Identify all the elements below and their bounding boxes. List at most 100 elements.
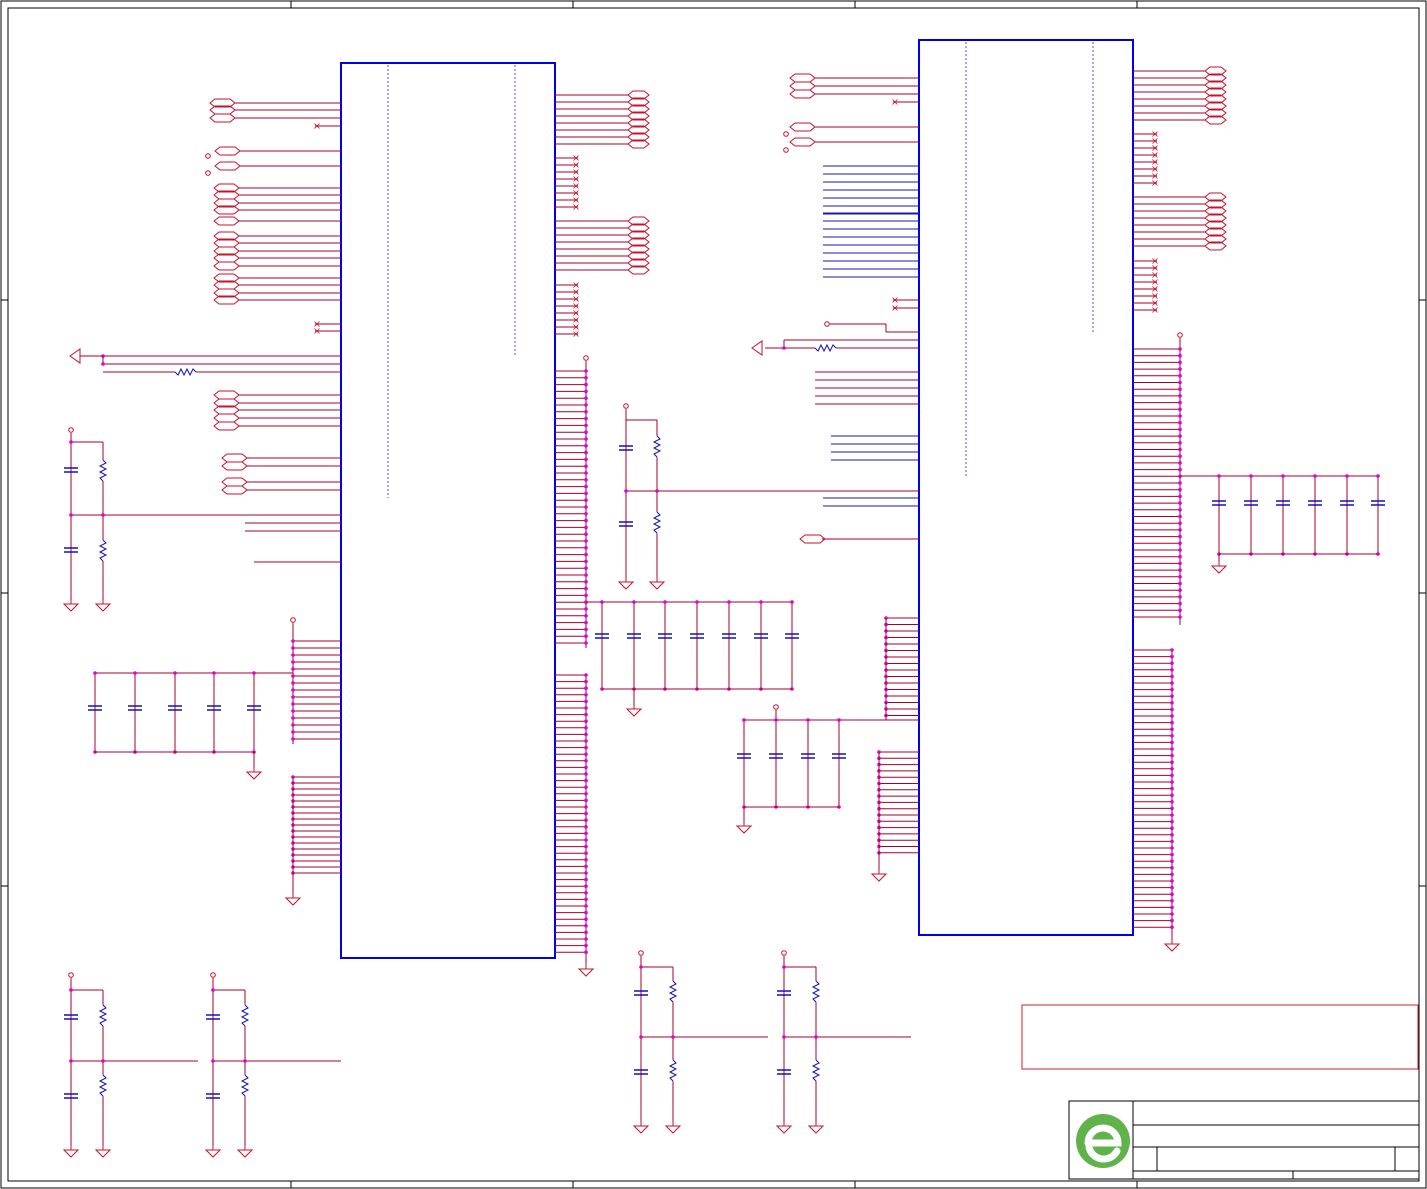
junction-dot: [584, 884, 588, 888]
junction-dot: [774, 718, 778, 722]
junction-dot: [1170, 859, 1174, 863]
resistor-icon: [668, 980, 678, 1003]
junction-dot: [806, 718, 810, 722]
junction-dot: [1178, 528, 1182, 532]
power-pin-icon: [583, 355, 589, 361]
junction-dot: [1170, 694, 1174, 698]
junction-dot: [1178, 568, 1182, 572]
junction-dot: [584, 706, 588, 710]
note-box: [1021, 1004, 1419, 1070]
junction-dot: [1170, 740, 1174, 745]
junction-dot: [1170, 879, 1174, 883]
power-pin-icon: [210, 972, 216, 978]
junction-dot: [584, 525, 588, 530]
junction-dot: [1178, 487, 1182, 492]
junction-dot: [584, 437, 588, 441]
junction-dot: [671, 1035, 675, 1039]
junction-dot: [1178, 427, 1182, 432]
junction-dot: [584, 831, 588, 836]
junction-dot: [1178, 407, 1182, 412]
junction-dot: [1170, 661, 1174, 665]
junction-dot: [1249, 474, 1253, 478]
junction-dot: [632, 600, 636, 604]
junction-dot: [69, 988, 73, 992]
junction-dot: [1345, 474, 1349, 478]
junction-dot: [600, 600, 604, 604]
junction-dot: [584, 864, 588, 869]
junction-dot: [1178, 414, 1182, 418]
ground-icon: [204, 1146, 222, 1158]
junction-dot: [1170, 899, 1174, 903]
power-pin-icon: [205, 170, 211, 176]
junction-dot: [663, 600, 667, 604]
junction-dot: [291, 674, 295, 678]
port-icon: [214, 146, 241, 156]
junction-dot: [584, 897, 588, 902]
junction-dot: [584, 910, 588, 915]
junction-dot: [291, 730, 295, 734]
junction-dot: [1170, 734, 1174, 738]
junction-dot: [584, 785, 588, 789]
junction-dot: [1170, 833, 1174, 837]
junction-dot: [759, 600, 763, 604]
resistor-icon: [240, 1004, 250, 1027]
power-pin-icon: [68, 972, 74, 978]
power-arrow-icon: [751, 340, 763, 356]
junction-dot: [1217, 474, 1221, 478]
junction-dot: [584, 765, 588, 770]
junction-dot: [584, 877, 588, 882]
resistor-icon: [98, 539, 108, 562]
junction-dot: [584, 858, 588, 862]
junction-dot: [584, 844, 588, 849]
junction-dot: [584, 679, 588, 684]
junction-dot: [291, 646, 295, 650]
junction-dot: [291, 667, 295, 671]
junction-dot: [1170, 767, 1174, 771]
junction-dot: [584, 450, 588, 455]
junction-dot: [584, 573, 588, 577]
junction-dot: [584, 699, 588, 704]
junction-dot: [1170, 885, 1174, 890]
ic-right-symbol: [918, 39, 1134, 936]
power-pin-icon: [783, 147, 789, 153]
junction-dot: [1170, 707, 1174, 712]
junction-dot: [291, 737, 295, 741]
port-icon: [789, 122, 816, 132]
port-icon: [213, 390, 240, 400]
junction-dot: [837, 718, 841, 722]
junction-dot: [655, 489, 659, 493]
junction-dot: [584, 471, 588, 475]
junction-dot: [639, 965, 643, 969]
port-icon: [214, 161, 241, 171]
power-pin-icon: [773, 704, 779, 710]
junction-dot: [1170, 727, 1174, 731]
junction-dot: [584, 546, 588, 550]
junction-dot: [1170, 819, 1174, 824]
junction-dot: [584, 559, 588, 564]
junction-dot: [584, 478, 588, 482]
junction-dot: [814, 1035, 818, 1039]
port-icon: [789, 73, 816, 83]
junction-dot: [1170, 760, 1174, 764]
junction-dot: [782, 1035, 786, 1039]
junction-dot: [584, 673, 588, 677]
junction-dot: [1178, 400, 1182, 405]
junction-dot: [1178, 394, 1182, 398]
power-pin-icon: [68, 427, 74, 433]
junction-dot: [1178, 353, 1182, 358]
port-icon: [789, 137, 816, 147]
junction-dot: [291, 695, 295, 699]
resistor-icon: [811, 1059, 821, 1082]
junction-dot: [1178, 434, 1182, 438]
junction-dot: [1170, 912, 1174, 916]
power-pin-icon: [824, 321, 830, 327]
junction-dot: [584, 539, 588, 543]
junction-dot: [584, 369, 588, 373]
port-icon: [799, 534, 826, 544]
junction-dot: [1170, 654, 1174, 659]
junction-dot: [1178, 581, 1182, 586]
junction-dot: [1170, 852, 1174, 857]
junction-dot: [1178, 441, 1182, 445]
junction-dot: [1170, 786, 1174, 791]
junction-dot: [1281, 474, 1285, 478]
